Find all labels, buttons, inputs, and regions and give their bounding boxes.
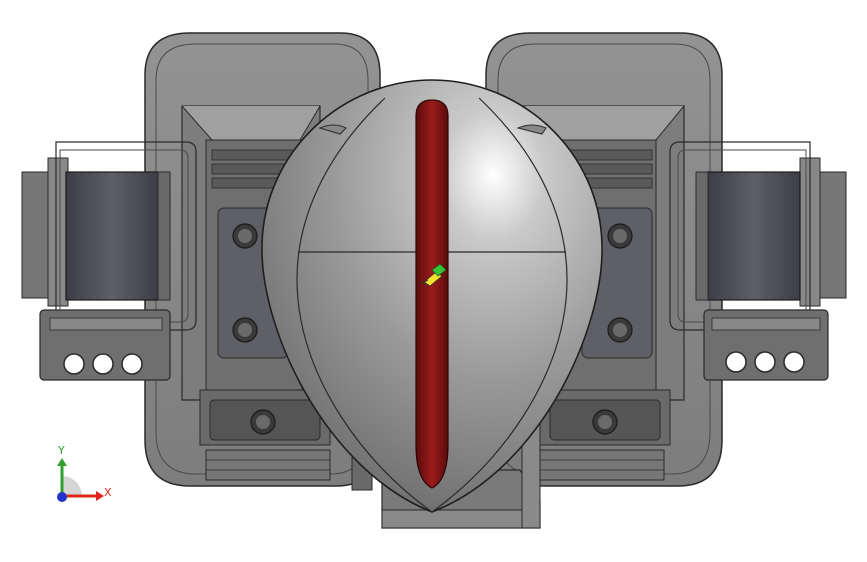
coordinate-triad-icon: X Y <box>57 444 112 502</box>
red-slot <box>415 99 449 489</box>
cad-graphics-viewport[interactable]: X Y <box>0 0 867 562</box>
model-canvas[interactable]: X Y <box>0 0 867 562</box>
left-servo-motor <box>21 141 197 381</box>
y-axis-label: Y <box>57 444 65 457</box>
x-axis-label: X <box>104 486 112 499</box>
